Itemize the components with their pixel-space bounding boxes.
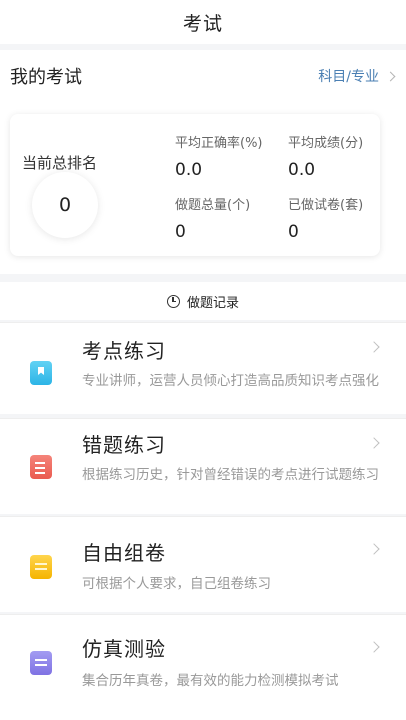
papers-done-stat: 已做试卷(套) 0: [288, 194, 363, 242]
practice-record-label: 做题记录: [186, 295, 239, 311]
menu-item-wrong-questions[interactable]: 错题练习 根据练习历史，针对曾经错误的考点进行试题练习: [0, 418, 406, 514]
edit-doc-icon: [30, 455, 52, 479]
papers-done-value: 0: [288, 222, 299, 242]
rank-label: 当前总排名: [22, 154, 98, 172]
total-questions-stat: 做题总量(个) 0: [175, 194, 250, 242]
top-bar: 考试: [0, 0, 406, 44]
subject-major-link[interactable]: 科目/专业: [318, 66, 396, 86]
menu-item-desc: 根据练习历史，针对曾经错误的考点进行试题练习: [82, 467, 379, 483]
menu-item-desc: 专业讲师，运营人员倾心打造高品质知识考点强化: [82, 373, 379, 389]
total-questions-value: 0: [175, 222, 186, 242]
page-title: 考试: [182, 12, 223, 35]
folder-icon: [30, 555, 52, 579]
avg-score-stat: 平均成绩(分) 0.0: [288, 132, 363, 180]
menu-item-topic-practice[interactable]: 考点练习 专业讲师，运营人员倾心打造高品质知识考点强化: [0, 322, 406, 414]
total-questions-label: 做题总量(个): [175, 198, 251, 213]
chevron-right-icon: [368, 341, 380, 353]
rank-value: 0: [32, 172, 98, 238]
avg-score-value: 0.0: [288, 160, 316, 180]
stats-card: 当前总排名 0 平均正确率(%) 0.0 平均成绩(分) 0.0 做题总量(个)…: [10, 114, 380, 256]
my-exam-section: 我的考试 科目/专业: [0, 50, 406, 102]
chevron-right-icon: [368, 437, 380, 449]
menu-item-desc: 可根据个人要求，自己组卷练习: [82, 576, 271, 592]
avg-score-label: 平均成绩(分): [288, 136, 364, 151]
clock-icon: [166, 294, 180, 308]
menu-item-free-paper[interactable]: 自由组卷 可根据个人要求，自己组卷练习: [0, 516, 406, 612]
note-icon: [30, 651, 52, 675]
papers-done-label: 已做试卷(套): [288, 198, 364, 213]
my-exam-title: 我的考试: [10, 67, 82, 88]
practice-record-button[interactable]: 做题记录: [0, 282, 406, 320]
chevron-right-icon: [368, 641, 380, 653]
menu-item-desc: 集合历年真卷，最有效的能力检测模拟考试: [82, 673, 339, 689]
chevron-right-icon: [368, 543, 380, 555]
menu-item-mock-test[interactable]: 仿真测验 集合历年真卷，最有效的能力检测模拟考试: [0, 614, 406, 720]
menu-item-title: 错题练习: [82, 433, 166, 457]
avg-accuracy-label: 平均正确率(%): [175, 136, 263, 151]
menu-item-title: 仿真测验: [82, 637, 166, 661]
chevron-right-icon: [385, 71, 396, 81]
stats-section: 当前总排名 0 平均正确率(%) 0.0 平均成绩(分) 0.0 做题总量(个)…: [0, 102, 406, 274]
subject-major-label: 科目/专业: [318, 69, 379, 85]
avg-accuracy-value: 0.0: [175, 160, 203, 180]
book-icon: [30, 361, 52, 385]
avg-accuracy-stat: 平均正确率(%) 0.0: [175, 132, 263, 180]
menu-item-title: 考点练习: [82, 339, 166, 363]
menu-item-title: 自由组卷: [82, 541, 166, 565]
